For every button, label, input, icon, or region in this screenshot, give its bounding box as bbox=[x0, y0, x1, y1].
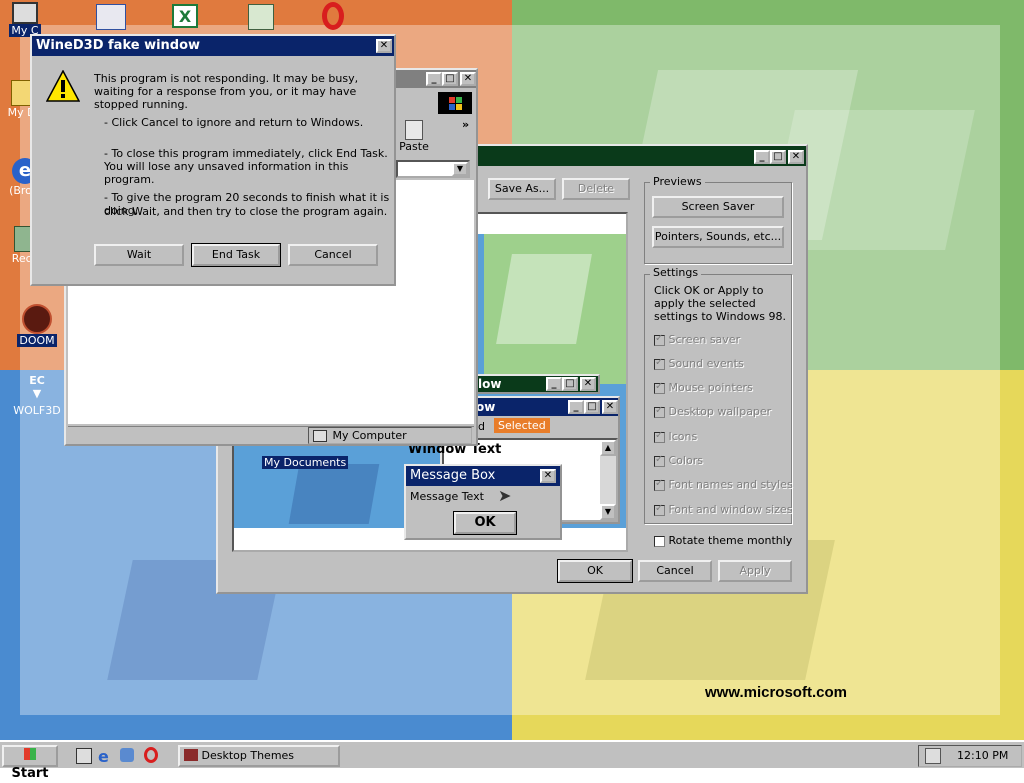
dialog-message: This program is not responding. It may b… bbox=[94, 72, 359, 111]
paste-toolbar-button[interactable]: Paste bbox=[394, 120, 434, 156]
maximize-button[interactable]: □ bbox=[770, 150, 786, 164]
opera-icon[interactable] bbox=[144, 747, 158, 763]
checkbox[interactable] bbox=[654, 333, 665, 346]
computer-icon bbox=[12, 2, 38, 24]
setting-sound-events[interactable]: Sound events bbox=[654, 357, 744, 370]
outlook-express-icon[interactable] bbox=[120, 748, 134, 762]
setting-font-names[interactable]: Font names and styles bbox=[654, 478, 793, 491]
printer-icon bbox=[96, 4, 126, 30]
system-tray: 12:10 PM bbox=[918, 745, 1022, 767]
wolf3d-icon: EC ▼ bbox=[29, 374, 45, 400]
save-as-button[interactable]: Save As... bbox=[488, 178, 556, 200]
close-button[interactable]: ✕ bbox=[788, 150, 804, 164]
desktop-icon-wolf3d[interactable]: EC ▼ WOLF3D bbox=[10, 374, 64, 417]
microsoft-url: www.microsoft.com bbox=[705, 684, 847, 701]
desktop-icon-excel[interactable]: X bbox=[172, 4, 202, 30]
checkbox[interactable] bbox=[654, 405, 665, 418]
status-bar: My Computer bbox=[68, 426, 474, 444]
maximize-icon: □ bbox=[562, 377, 578, 391]
checkbox[interactable] bbox=[654, 454, 665, 467]
setting-screen-saver[interactable]: Screen saver bbox=[654, 333, 740, 346]
rotate-theme-checkbox[interactable]: Rotate theme monthly bbox=[654, 534, 792, 547]
computer-icon bbox=[313, 430, 327, 442]
cancel-button[interactable]: Cancel bbox=[288, 244, 378, 266]
taskbar-item-desktop-themes[interactable]: Desktop Themes bbox=[178, 745, 340, 767]
doom-icon bbox=[22, 304, 52, 334]
minimize-icon: _ bbox=[546, 377, 562, 391]
wait-button[interactable]: Wait bbox=[94, 244, 184, 266]
cancel-button[interactable]: Cancel bbox=[638, 560, 712, 582]
delete-button[interactable]: Delete bbox=[562, 178, 630, 200]
setting-icons[interactable]: Icons bbox=[654, 430, 697, 443]
internet-explorer-icon[interactable]: e bbox=[98, 747, 109, 766]
desktop-themes-icon bbox=[184, 749, 198, 761]
chevron-down-icon[interactable]: ▼ bbox=[452, 162, 468, 176]
start-button[interactable]: Start bbox=[2, 745, 58, 781]
hung-app-dialog: WineD3D fake window ✕ This program is no… bbox=[30, 34, 396, 286]
end-task-button[interactable]: End Task bbox=[191, 243, 281, 267]
close-icon: ✕ bbox=[602, 400, 618, 414]
excel-icon: X bbox=[172, 4, 198, 28]
checkbox[interactable] bbox=[654, 381, 665, 394]
desktop-icon-printer[interactable] bbox=[96, 4, 126, 30]
apply-button[interactable]: Apply bbox=[718, 560, 792, 582]
document-app-icon bbox=[248, 4, 274, 30]
minimize-button[interactable]: _ bbox=[426, 72, 442, 86]
close-button[interactable]: ✕ bbox=[376, 39, 392, 53]
dialog-title: WineD3D fake window bbox=[36, 38, 201, 53]
pointers-sounds-button[interactable]: Pointers, Sounds, etc... bbox=[652, 226, 784, 248]
screen-saver-button[interactable]: Screen Saver bbox=[652, 196, 784, 218]
taskbar: Start e Desktop Themes 12:10 PM bbox=[0, 740, 1024, 781]
close-button[interactable]: ✕ bbox=[460, 72, 476, 86]
previews-group bbox=[644, 182, 792, 264]
scheduler-icon[interactable] bbox=[925, 748, 941, 764]
more-chevron[interactable]: » bbox=[462, 118, 469, 131]
checkbox[interactable] bbox=[654, 503, 665, 516]
preview-my-documents: My Documents bbox=[262, 456, 349, 469]
checkbox[interactable] bbox=[654, 478, 665, 491]
settings-label: Settings bbox=[650, 266, 702, 279]
minimize-icon: _ bbox=[568, 400, 584, 414]
setting-mouse-pointers[interactable]: Mouse pointers bbox=[654, 381, 753, 394]
checkbox[interactable] bbox=[654, 357, 665, 370]
address-dropdown[interactable]: ▼ bbox=[396, 160, 470, 178]
maximize-button[interactable]: □ bbox=[442, 72, 458, 86]
setting-desktop-wallpaper[interactable]: Desktop wallpaper bbox=[654, 405, 771, 418]
checkbox[interactable] bbox=[654, 535, 665, 547]
clock[interactable]: 12:10 PM bbox=[957, 749, 1008, 762]
windows-flag-icon bbox=[24, 748, 36, 760]
preview-menu-normal: d bbox=[478, 420, 485, 433]
mouse-cursor-icon: ➤ bbox=[498, 486, 512, 505]
desktop-icon-app[interactable] bbox=[248, 4, 278, 30]
desktop-icon-my-computer[interactable]: My C bbox=[0, 2, 50, 37]
windows-logo-icon bbox=[438, 92, 472, 114]
desktop-icon-doom[interactable]: DOOM bbox=[14, 304, 60, 347]
settings-hint: Click OK or Apply to apply the selected … bbox=[654, 284, 786, 323]
checkbox[interactable] bbox=[654, 430, 665, 443]
quick-launch: e bbox=[72, 747, 168, 766]
status-text: My Computer bbox=[332, 429, 407, 442]
close-icon: ✕ bbox=[580, 377, 596, 391]
ok-button[interactable]: OK bbox=[557, 559, 633, 583]
show-desktop-icon[interactable] bbox=[76, 748, 92, 764]
previews-label: Previews bbox=[650, 175, 705, 188]
preview-scrollbar: ▲ ▼ bbox=[600, 440, 616, 520]
warning-icon bbox=[46, 70, 80, 102]
minimize-button[interactable]: _ bbox=[754, 150, 770, 164]
desktop-icon-opera[interactable] bbox=[322, 2, 352, 32]
msgbox-ok-button: OK bbox=[453, 511, 517, 535]
preview-menu-selected: Selected bbox=[494, 418, 550, 433]
setting-font-sizes[interactable]: Font and window sizes bbox=[654, 503, 792, 516]
setting-colors[interactable]: Colors bbox=[654, 454, 703, 467]
close-icon: ✕ bbox=[540, 469, 556, 483]
maximize-icon: □ bbox=[584, 400, 600, 414]
opera-icon bbox=[322, 2, 344, 30]
preview-message-box: Message Box ✕ Message Text ➤ OK bbox=[404, 464, 562, 540]
paste-icon bbox=[405, 120, 423, 140]
